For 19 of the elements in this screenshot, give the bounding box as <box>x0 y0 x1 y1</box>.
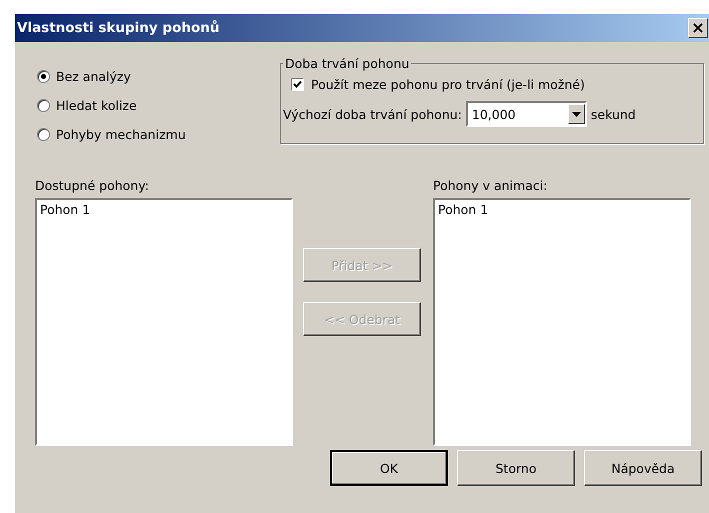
dialog-button[interactable]: Storno <box>457 450 575 486</box>
list-item[interactable]: Pohon 1 <box>438 202 686 217</box>
radio-option[interactable]: Hledat kolize <box>37 93 186 117</box>
checkbox-option[interactable]: Použít meze pohonu pro trvání (je-li možné) <box>291 73 697 95</box>
window-title: Vlastnosti skupiny pohonů <box>17 20 220 36</box>
unit-label: sekund <box>590 106 636 122</box>
list-item[interactable]: Pohon 1 <box>40 202 288 217</box>
group-title: Doba trvání pohonu <box>284 56 410 71</box>
dialog-button[interactable]: OK <box>330 450 448 486</box>
field-label: Výchozí doba trvání pohonu: <box>283 106 462 122</box>
radio-option[interactable]: Bez analýzy <box>37 64 186 88</box>
animation-list[interactable]: Pohon 1 <box>433 198 691 446</box>
duration-combo[interactable]: 10,000 <box>466 101 587 127</box>
radio-option[interactable]: Pohyby mechanizmu <box>37 122 186 146</box>
list-label: Pohony v animaci: <box>433 178 548 194</box>
close-button[interactable]: × <box>688 18 708 38</box>
available-list[interactable]: Pohon 1 <box>35 198 293 446</box>
list-label: Dostupné pohony: <box>35 178 150 194</box>
dialog-button[interactable]: Nápověda <box>584 450 702 486</box>
